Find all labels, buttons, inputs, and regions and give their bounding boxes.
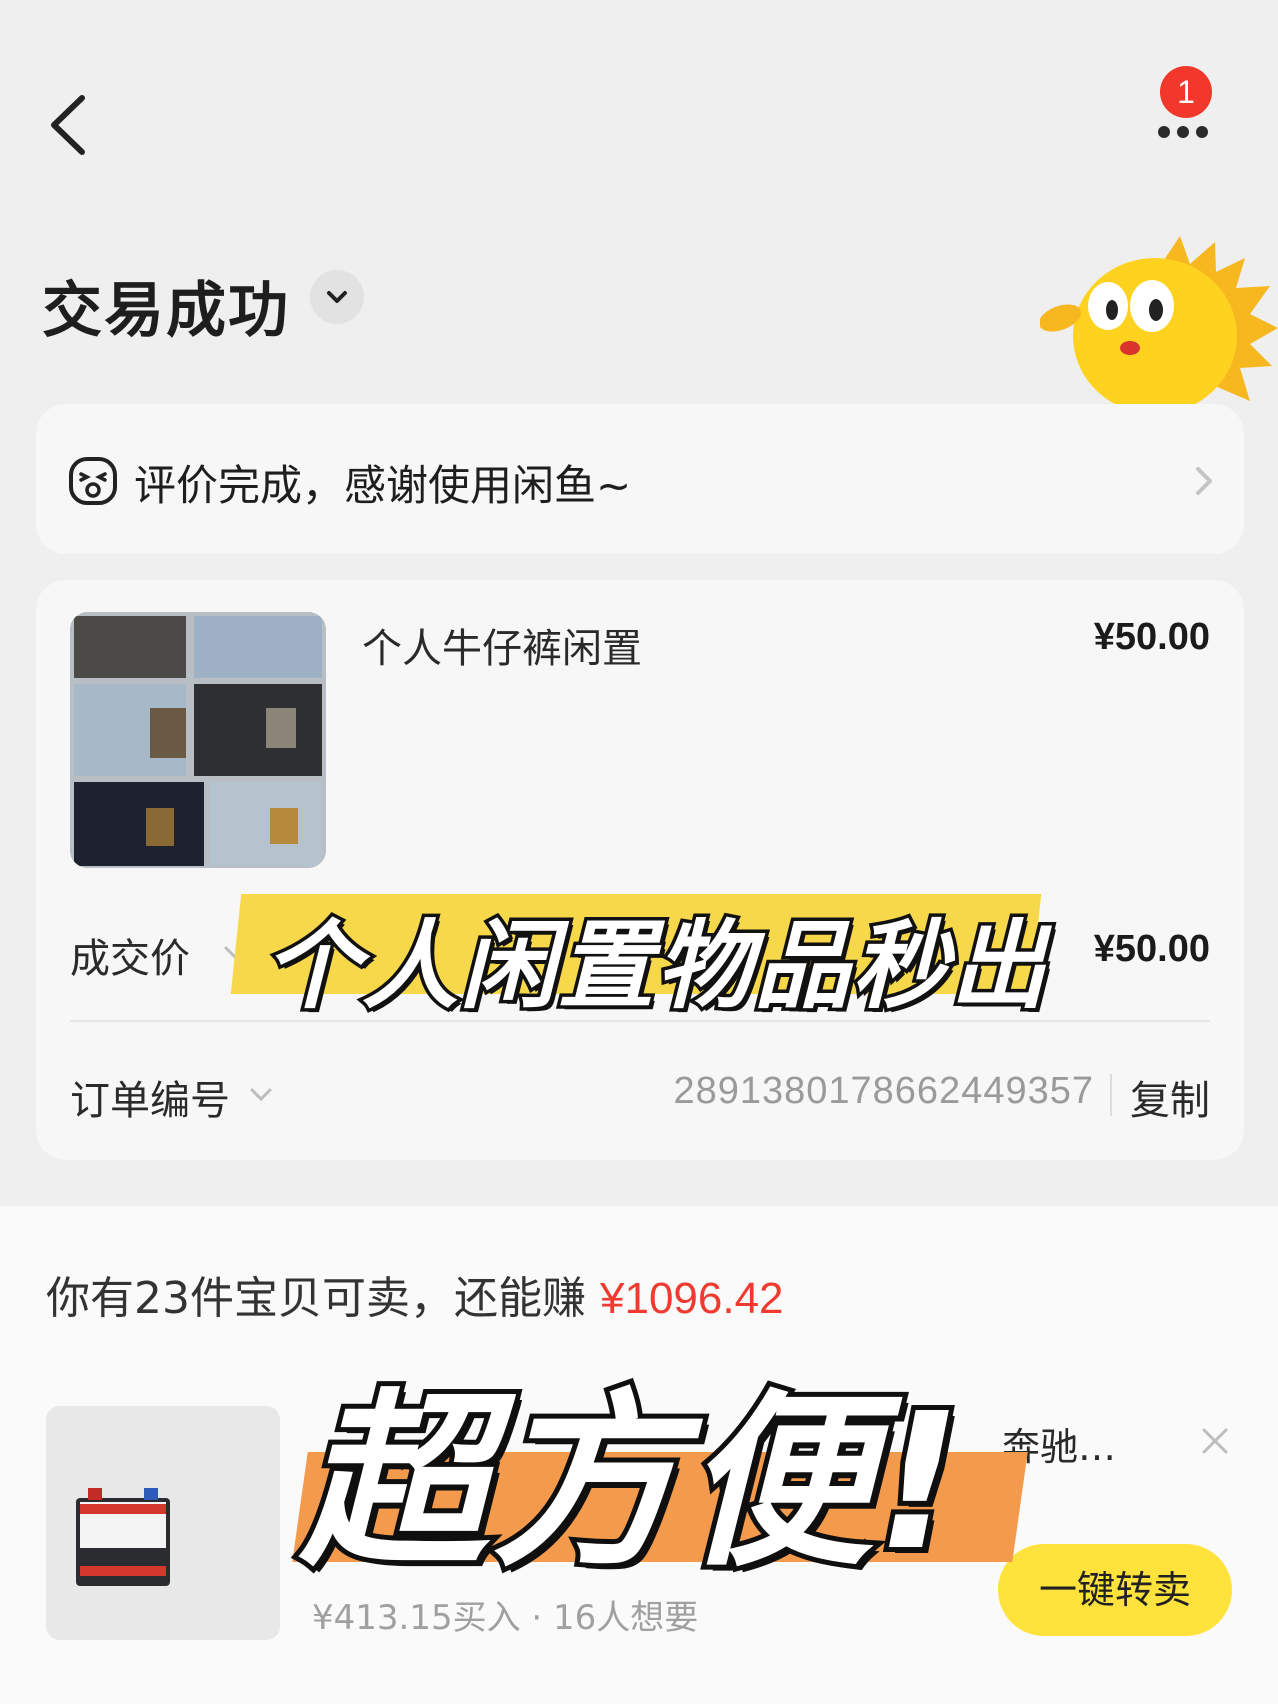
review-status-text: 评价完成，感谢使用闲鱼~ — [134, 461, 632, 510]
product-image[interactable] — [70, 612, 326, 868]
fish-mascot-icon — [1040, 236, 1278, 406]
order-card: 个人牛仔裤闲置 ¥50.00 成交价 ¥50.00 订单编号 289138017… — [36, 580, 1244, 1160]
smiley-icon — [69, 457, 117, 505]
promo-banner-2-text: 超方便! — [295, 1368, 967, 1597]
status-expand-button[interactable] — [310, 270, 364, 324]
chevron-down-icon — [327, 291, 347, 303]
close-icon[interactable] — [1198, 1424, 1232, 1458]
separator — [1110, 1074, 1112, 1116]
more-dot — [1177, 126, 1189, 138]
promo-banner-1: 个人闲置物品秒出 — [230, 884, 1050, 1026]
promo-banner-2: 超方便! — [290, 1344, 1050, 1597]
resell-amount: ¥1096.42 — [600, 1274, 784, 1323]
chevron-down-icon[interactable] — [248, 1086, 274, 1104]
page-title: 交易成功 — [42, 276, 290, 346]
copy-order-number-button[interactable]: 复制 — [1130, 1068, 1210, 1126]
review-status-card[interactable]: 评价完成，感谢使用闲鱼~ — [36, 404, 1244, 554]
deal-price-label: 成交价 — [70, 936, 190, 982]
sell-item-image[interactable] — [46, 1406, 280, 1640]
jeans-photo — [70, 612, 326, 868]
order-number-label: 订单编号 — [70, 1078, 230, 1124]
promo-banner-1-text: 个人闲置物品秒出 — [261, 907, 1050, 1026]
back-arrow-icon — [51, 95, 85, 155]
resell-summary: 你有23件宝贝可卖，还能赚 ¥1096.42 — [46, 1262, 784, 1326]
order-detail-page: 1 交易成功 评价完成，感谢使用闲鱼~ 个人牛仔裤闲置 ¥50.00 成交价 ¥… — [0, 0, 1278, 1704]
resell-summary-prefix: 你有23件宝贝可卖，还能赚 — [46, 1273, 586, 1324]
product-price: ¥50.00 — [1093, 616, 1210, 658]
order-number-value: 2891380178662449357 — [673, 1070, 1094, 1112]
notification-badge: 1 — [1160, 66, 1212, 118]
chevron-right-icon — [1196, 467, 1212, 495]
deal-price-value: ¥50.00 — [1093, 928, 1210, 970]
back-button[interactable] — [40, 90, 100, 160]
more-dot — [1196, 126, 1208, 138]
product-title: 个人牛仔裤闲置 — [362, 626, 642, 672]
more-dots-icon — [1158, 126, 1170, 138]
battery-photo — [46, 1406, 280, 1640]
